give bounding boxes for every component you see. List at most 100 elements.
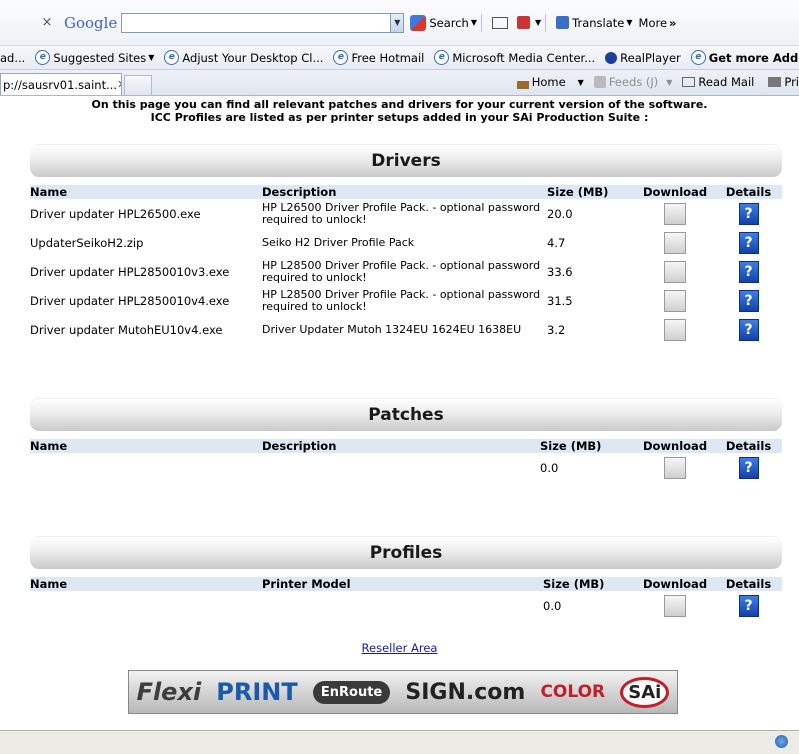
profile-size: 0.0	[543, 598, 562, 613]
col-download: Download	[635, 577, 715, 591]
search-button[interactable]: Search ▼	[410, 14, 477, 31]
download-icon[interactable]	[664, 260, 686, 283]
profiles-table: Name Printer Model Size (MB) Download De…	[30, 577, 782, 620]
search-input[interactable]	[121, 12, 392, 33]
intro-line-1: On this page you can find all relevant p…	[91, 98, 708, 111]
download-icon[interactable]	[664, 231, 686, 254]
drivers-table: Name Description Size (MB) Download Deta…	[30, 185, 782, 344]
col-details: Details	[715, 439, 782, 453]
favorite-label: ad...	[0, 50, 26, 65]
read-mail-button[interactable]: Read Mail	[682, 75, 754, 89]
ie-icon: e	[690, 50, 706, 65]
details-help-icon[interactable]: ?	[738, 594, 759, 617]
popup-blocker-icon	[517, 16, 530, 29]
drivers-heading: Drivers	[30, 144, 782, 177]
download-icon[interactable]	[664, 318, 686, 341]
table-header-row: Name Description Size (MB) Download Deta…	[30, 185, 782, 199]
print-button[interactable]: Pri	[768, 75, 799, 89]
feeds-label: Feeds (J)	[608, 75, 659, 89]
col-name: Name	[30, 577, 262, 591]
favorite-realplayer[interactable]: RealPlayer	[605, 51, 681, 65]
double-chevron-icon: »	[669, 15, 677, 30]
zone-indicator[interactable]	[775, 735, 791, 748]
divider	[545, 13, 547, 32]
ie-icon: e	[333, 50, 349, 65]
driver-description: Driver Updater Mutoh 1324EU 1624EU 1638E…	[262, 322, 522, 336]
banner-print: PRINT	[216, 678, 298, 706]
favorite-get-addons[interactable]: eGet more Add-ons▼	[690, 50, 799, 65]
ie-icon: e	[434, 50, 450, 65]
driver-description: Seiko H2 Driver Profile Pack	[262, 235, 415, 249]
download-icon[interactable]	[664, 202, 686, 225]
details-help-icon[interactable]: ?	[738, 289, 759, 312]
favorites-bar: ad... e Suggested Sites ▼ e Adjust Your Des…	[0, 46, 799, 70]
mail-icon	[682, 77, 696, 87]
favorite-label: Suggested Sites	[53, 50, 147, 65]
details-help-icon[interactable]: ?	[738, 202, 759, 225]
banner-sai: SAi	[620, 676, 670, 708]
details-help-icon[interactable]: ?	[738, 456, 759, 479]
mail-button[interactable]	[492, 16, 511, 29]
col-description: Description	[262, 185, 547, 199]
tab-active[interactable]: p://sausrv01.saint... ✕	[0, 73, 122, 95]
read-mail-label: Read Mail	[698, 75, 755, 89]
profile-printer-model	[262, 591, 543, 620]
product-banner: Flexi PRINT EnRoute SIGN.com COLOR SAi	[128, 670, 678, 714]
driver-name: Driver updater HPL2850010v4.exe	[30, 293, 230, 308]
favorite-cut-item[interactable]: ad...	[0, 51, 25, 65]
details-help-icon[interactable]: ?	[738, 318, 759, 341]
google-g-icon	[410, 14, 427, 31]
banner-enroute: EnRoute	[312, 680, 391, 704]
reseller-area-link[interactable]: Reseller Area	[362, 641, 438, 655]
google-toolbar: × Google ▼ Search ▼ ▼ Translate ▼ More»	[0, 0, 799, 46]
favorite-label: Get more Add-ons	[708, 50, 799, 65]
download-icon[interactable]	[664, 289, 686, 312]
download-icon[interactable]	[664, 594, 686, 617]
translate-icon	[556, 16, 570, 29]
more-button[interactable]: More»	[639, 16, 677, 30]
close-tab-icon[interactable]: ✕	[117, 78, 121, 91]
details-help-icon[interactable]: ?	[738, 260, 759, 283]
favorite-label: RealPlayer	[620, 50, 681, 65]
favorite-adjust-desktop[interactable]: e Adjust Your Desktop Cl...	[164, 50, 323, 65]
new-tab-button[interactable]	[124, 75, 152, 95]
favorite-free-hotmail[interactable]: e Free Hotmail	[333, 50, 424, 65]
col-download: Download	[635, 439, 715, 453]
realplayer-icon	[605, 51, 618, 64]
patch-name	[30, 453, 262, 482]
reseller-area-container: Reseller Area	[0, 641, 799, 655]
feeds-button[interactable]: Feeds (J) ▼	[593, 75, 672, 89]
home-dropdown[interactable]: ▼	[576, 78, 584, 87]
favorite-suggested-sites[interactable]: e Suggested Sites ▼	[35, 50, 154, 65]
col-size: Size (MB)	[543, 577, 635, 591]
col-description: Description	[262, 439, 540, 453]
details-help-icon[interactable]: ?	[738, 231, 759, 254]
driver-description: HP L28500 Driver Profile Pack. - optiona…	[262, 287, 541, 313]
col-name: Name	[30, 185, 262, 199]
col-name: Name	[30, 439, 262, 453]
printer-icon	[768, 77, 782, 87]
table-row: Driver updater MutohEU10v4.exe Driver Up…	[30, 315, 782, 344]
favorite-media-center[interactable]: e Microsoft Media Center...	[434, 50, 595, 65]
home-label: Home	[531, 75, 566, 89]
table-header-row: Name Printer Model Size (MB) Download De…	[30, 577, 782, 591]
translate-button[interactable]: Translate ▼	[556, 16, 633, 30]
driver-description: HP L26500 Driver Profile Pack. - optiona…	[262, 200, 541, 226]
intro-text: On this page you can find all relevant p…	[0, 98, 799, 124]
close-toolbar-icon[interactable]: ×	[40, 15, 54, 30]
table-row: 0.0 ?	[30, 453, 782, 482]
profile-name	[30, 591, 262, 620]
col-size: Size (MB)	[540, 439, 635, 453]
tab-title: p://sausrv01.saint...	[3, 77, 118, 92]
drivers-section: Drivers Name Description Size (MB) Downl…	[30, 144, 782, 344]
search-dropdown-icon[interactable]: ▼	[391, 12, 405, 33]
table-row: Driver updater HPL2850010v4.exe HP L2850…	[30, 286, 782, 315]
home-button[interactable]: Home	[516, 75, 566, 89]
driver-name: Driver updater MutohEU10v4.exe	[30, 322, 223, 337]
popup-blocker-button[interactable]: ▼	[517, 16, 541, 29]
home-icon	[516, 75, 529, 89]
driver-name: Driver updater HPL26500.exe	[30, 206, 201, 221]
driver-size: 4.7	[547, 235, 566, 250]
download-icon[interactable]	[664, 456, 686, 479]
divider	[481, 13, 482, 32]
